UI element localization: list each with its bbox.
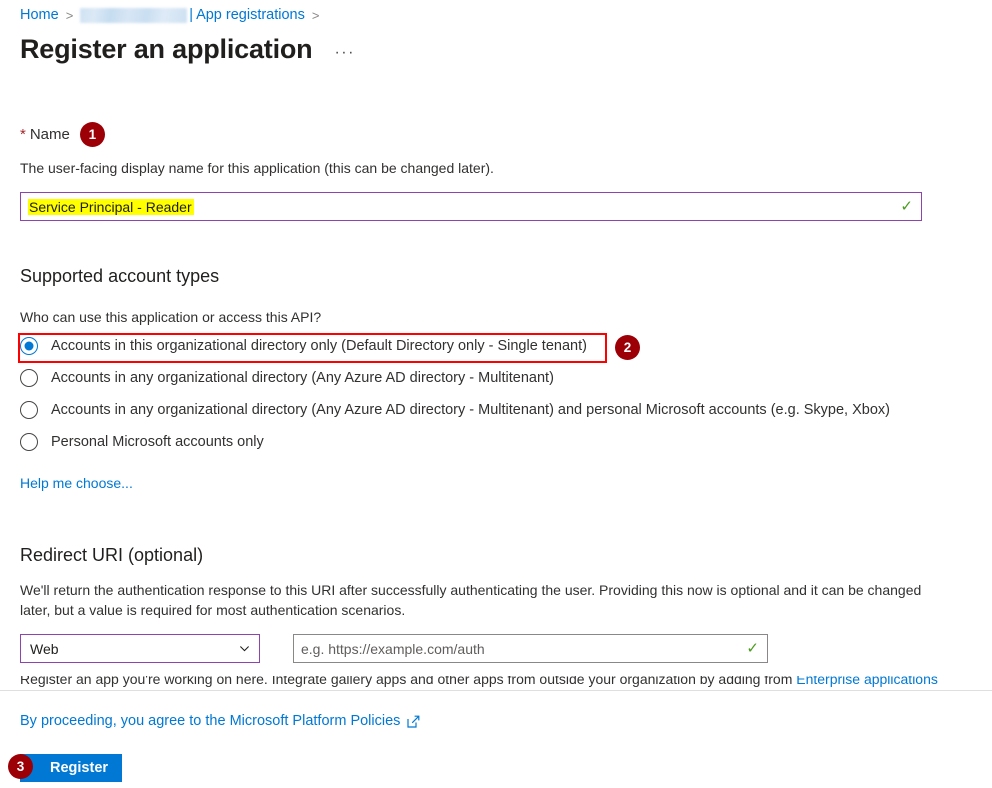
redirect-uri-input[interactable]: e.g. https://example.com/auth ✓ [293, 634, 768, 663]
help-me-choose-link[interactable]: Help me choose... [20, 475, 133, 491]
radio-option-single-tenant[interactable]: Accounts in this organizational director… [20, 332, 972, 360]
name-section: * Name 1 [20, 122, 972, 147]
platform-policies-link[interactable]: By proceeding, you agree to the Microsof… [20, 713, 420, 729]
name-input[interactable]: Service Principal - Reader ✓ [20, 192, 922, 221]
name-label-row: * Name 1 [20, 122, 972, 147]
redirect-uri-valid-icon: ✓ [746, 640, 759, 657]
name-helper-text: The user-facing display name for this ap… [20, 160, 494, 176]
required-asterisk: * [20, 126, 26, 143]
register-button[interactable]: Register [20, 754, 123, 782]
radio-icon-selected[interactable] [20, 337, 38, 355]
annotation-badge-2: 2 [615, 335, 640, 360]
name-input-value: Service Principal - Reader [28, 198, 194, 215]
enterprise-applications-link[interactable]: Enterprise applications [796, 676, 938, 687]
account-types-question: Who can use this application or access t… [20, 309, 322, 325]
platform-policies-text: By proceeding, you agree to the Microsof… [20, 713, 401, 729]
platform-type-value: Web [30, 640, 59, 657]
chevron-down-icon [239, 646, 250, 652]
registration-note: Register an app you're working on here. … [20, 676, 950, 689]
radio-icon-unselected[interactable] [20, 433, 38, 451]
radio-icon-unselected[interactable] [20, 369, 38, 387]
radio-label-multitenant: Accounts in any organizational directory… [51, 370, 554, 386]
annotation-badge-1: 1 [79, 122, 105, 147]
radio-icon-unselected[interactable] [20, 401, 38, 419]
breadcrumb-pipe: | [189, 7, 194, 23]
more-options-icon[interactable]: ··· [334, 44, 354, 62]
account-types-radio-group: Accounts in this organizational director… [20, 332, 972, 456]
breadcrumb-app-registrations[interactable]: App registrations [196, 7, 305, 23]
radio-label-single-tenant: Accounts in this organizational director… [51, 338, 587, 354]
name-valid-icon: ✓ [900, 198, 913, 215]
footer-divider [0, 690, 992, 691]
radio-option-personal-only[interactable]: Personal Microsoft accounts only [20, 428, 972, 456]
annotation-badge-3: 3 [8, 754, 33, 779]
page-title: Register an application [20, 34, 313, 64]
registration-note-text: Register an app you're working on here. … [20, 676, 797, 687]
redirect-uri-description: We'll return the authentication response… [20, 582, 922, 618]
breadcrumb: Home > | App registrations > [20, 5, 326, 25]
supported-account-types-heading: Supported account types [20, 266, 220, 286]
page-header: Register an application ··· [20, 32, 355, 66]
platform-type-dropdown[interactable]: Web [20, 634, 260, 663]
redirect-uri-placeholder: e.g. https://example.com/auth [301, 640, 485, 657]
breadcrumb-separator-2: > [311, 7, 320, 23]
radio-label-personal-only: Personal Microsoft accounts only [51, 434, 264, 450]
breadcrumb-home[interactable]: Home [20, 7, 59, 23]
name-label: Name [29, 126, 70, 143]
radio-label-multitenant-personal: Accounts in any organizational directory… [51, 402, 890, 418]
radio-option-multitenant[interactable]: Accounts in any organizational directory… [20, 364, 972, 392]
redirect-uri-heading: Redirect URI (optional) [20, 545, 204, 565]
breadcrumb-separator-1: > [65, 7, 74, 23]
breadcrumb-tenant-redacted [80, 7, 188, 23]
radio-option-multitenant-personal[interactable]: Accounts in any organizational directory… [20, 396, 972, 424]
external-link-icon [407, 715, 420, 728]
